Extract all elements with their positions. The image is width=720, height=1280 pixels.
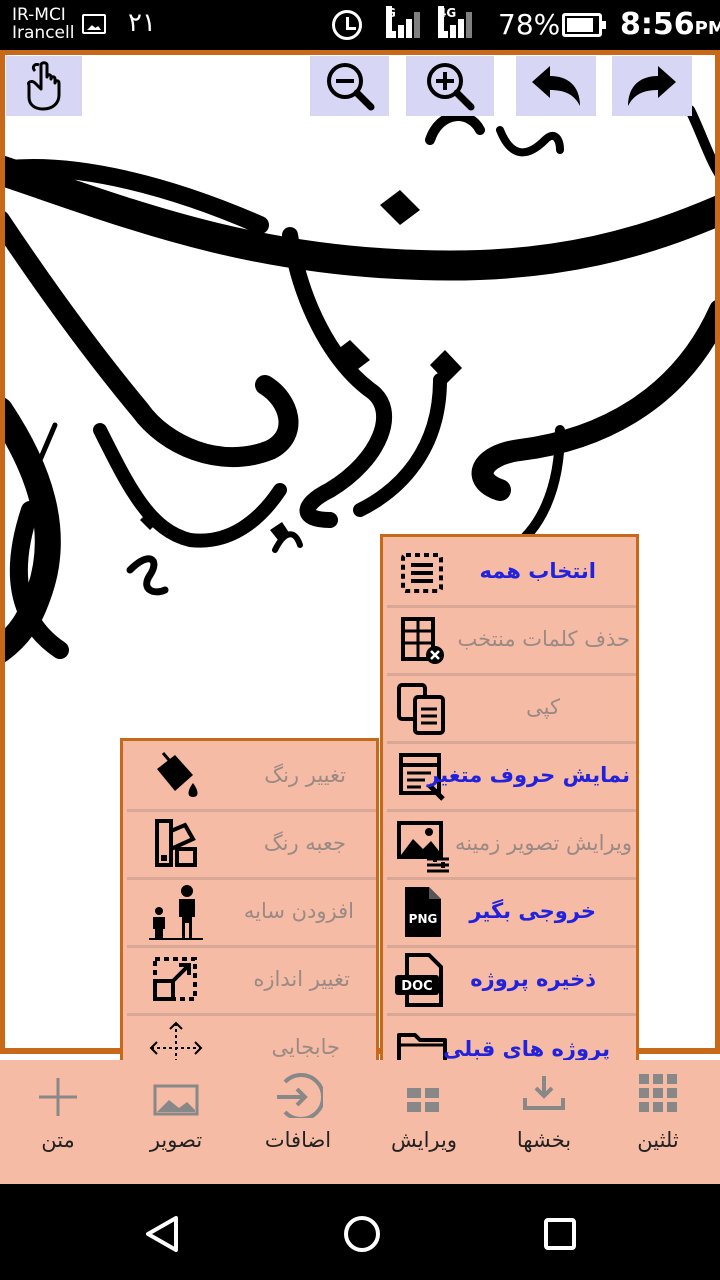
recents-icon[interactable] bbox=[538, 1212, 582, 1256]
bottom-tab-label: ویرایش bbox=[390, 1128, 458, 1152]
bottom-navigation: ثلثین بخشها ویرایش اضافات تصویر متن bbox=[0, 1060, 720, 1184]
grid-icon bbox=[639, 1074, 677, 1112]
hand-pointer-icon bbox=[27, 61, 61, 111]
bottom-tab-sections[interactable]: بخشها bbox=[486, 1060, 602, 1184]
menu-item-select-all[interactable]: انتخاب همه bbox=[387, 539, 636, 603]
bottom-tab-thuluth[interactable]: ثلثین bbox=[600, 1060, 716, 1184]
edit-icon bbox=[407, 1088, 439, 1112]
menu-item-label: کپی bbox=[526, 695, 560, 719]
date-indicator: ۲۱ bbox=[128, 8, 156, 38]
plus-icon bbox=[39, 1078, 77, 1116]
carrier-line-2: Irancell bbox=[12, 23, 75, 43]
bottom-tab-image[interactable]: تصویر bbox=[118, 1060, 234, 1184]
hand-mode-button[interactable] bbox=[6, 56, 82, 116]
menu-item-save-project[interactable]: DOC ذخیره پروژه bbox=[387, 947, 636, 1011]
home-icon[interactable] bbox=[340, 1212, 384, 1256]
signal-strength-icon-1: G bbox=[386, 6, 422, 38]
menu-item-label: افزودن سایه bbox=[243, 899, 354, 923]
undo-button[interactable] bbox=[516, 56, 596, 116]
delete-table-icon bbox=[401, 617, 444, 664]
gallery-notification-icon bbox=[82, 14, 106, 34]
copy-icon bbox=[397, 683, 445, 735]
menu-item-label: تغییر رنگ bbox=[264, 763, 346, 787]
menu-item-color-box[interactable]: جعبه رنگ bbox=[127, 811, 376, 875]
status-bar: IR-MCI Irancell ۲۱ G 4G 78% 8:56PM bbox=[0, 0, 720, 50]
paint-bucket-icon bbox=[157, 752, 198, 797]
png-export-icon: PNG bbox=[405, 887, 441, 937]
image-icon bbox=[153, 1084, 199, 1116]
menu-item-label: ذخیره پروژه bbox=[470, 967, 596, 991]
carrier-line-1: IR-MCI bbox=[12, 5, 66, 25]
main-popup-menu: انتخاب همه حذف کلمات منتخب کپی نمایش حرو… bbox=[380, 534, 639, 1085]
menu-item-label: جعبه رنگ bbox=[263, 831, 346, 855]
color-box-icon bbox=[155, 819, 197, 867]
redo-button[interactable] bbox=[612, 56, 692, 116]
alarm-icon bbox=[332, 10, 362, 40]
menu-item-label: انتخاب همه bbox=[479, 559, 596, 583]
bottom-tab-text[interactable]: متن bbox=[0, 1060, 116, 1184]
zoom-in-icon bbox=[427, 63, 475, 111]
edit-background-image-icon bbox=[397, 821, 449, 873]
resize-icon bbox=[153, 957, 197, 1001]
app-screen: IR-MCI Irancell ۲۱ G 4G 78% 8:56PM انتخا… bbox=[0, 0, 720, 1280]
select-all-icon bbox=[401, 553, 443, 593]
undo-icon bbox=[532, 66, 580, 106]
clock: 8:56PM bbox=[620, 7, 720, 42]
menu-divider bbox=[387, 1013, 636, 1016]
add-shadow-icon bbox=[149, 885, 203, 940]
zoom-out-button[interactable] bbox=[310, 56, 389, 116]
back-icon[interactable] bbox=[140, 1212, 184, 1256]
menu-item-edit-background[interactable]: ویرایش تصویر زمینه bbox=[387, 811, 636, 875]
menu-item-change-color[interactable]: تغییر رنگ bbox=[127, 743, 376, 807]
redo-icon bbox=[628, 66, 676, 106]
zoom-out-icon bbox=[326, 63, 374, 111]
menu-item-show-variable-letters[interactable]: نمایش حروف متغیر bbox=[387, 743, 636, 807]
battery-icon bbox=[562, 13, 606, 37]
menu-item-label: جابجایی bbox=[271, 1035, 340, 1059]
menu-item-copy[interactable]: کپی bbox=[387, 675, 636, 739]
bottom-tab-label: ثلثین bbox=[637, 1128, 679, 1152]
menu-item-label: پروژه های قبلی bbox=[443, 1037, 610, 1061]
menu-item-delete-selected[interactable]: حذف کلمات منتخب bbox=[387, 607, 636, 671]
menu-item-label: نمایش حروف متغیر bbox=[427, 763, 630, 787]
bottom-tab-edit[interactable]: ویرایش bbox=[366, 1060, 482, 1184]
system-navigation-bar bbox=[0, 1184, 720, 1280]
sections-icon bbox=[523, 1076, 565, 1110]
bottom-tab-label: متن bbox=[41, 1128, 75, 1152]
battery-percent: 78% bbox=[498, 8, 561, 41]
clock-time: 8:56 bbox=[620, 7, 695, 42]
menu-item-label: حذف کلمات منتخب bbox=[457, 627, 630, 651]
svg-text:PNG: PNG bbox=[409, 912, 438, 926]
zoom-in-button[interactable] bbox=[406, 56, 494, 116]
carrier-name: IR-MCI Irancell bbox=[12, 6, 74, 42]
bottom-tab-additions[interactable]: اضافات bbox=[240, 1060, 356, 1184]
additions-icon bbox=[277, 1073, 323, 1118]
menu-item-label: خروجی بگیر bbox=[469, 899, 596, 923]
menu-item-label: ویرایش تصویر زمینه bbox=[454, 831, 632, 855]
menu-item-export[interactable]: PNG خروجی بگیر bbox=[387, 879, 636, 943]
bottom-tab-label: اضافات bbox=[264, 1128, 332, 1152]
menu-item-add-shadow[interactable]: افزودن سایه bbox=[127, 879, 376, 943]
bottom-tab-label: بخشها bbox=[516, 1128, 572, 1152]
edit-popup-menu: تغییر رنگ جعبه رنگ افزودن سایه تغییر اند… bbox=[120, 738, 379, 1085]
svg-text:DOC: DOC bbox=[401, 979, 432, 994]
bottom-tab-label: تصویر bbox=[149, 1128, 203, 1152]
signal-strength-icon-2: 4G bbox=[438, 6, 474, 38]
menu-item-label: تغییر اندازه bbox=[253, 967, 350, 991]
menu-item-resize[interactable]: تغییر اندازه bbox=[127, 947, 376, 1011]
doc-save-icon: DOC bbox=[395, 953, 443, 1007]
clock-ampm: PM bbox=[694, 18, 720, 39]
